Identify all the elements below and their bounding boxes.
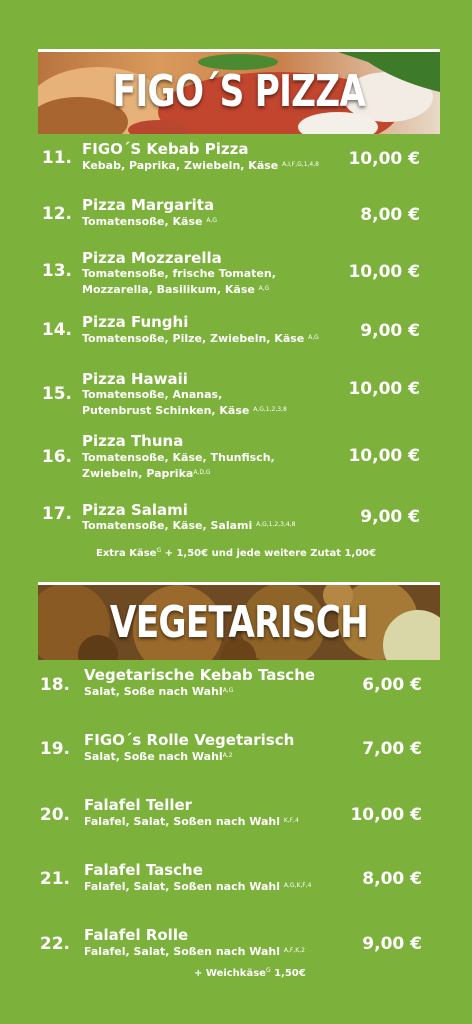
item-number: 20. bbox=[39, 805, 70, 825]
pizza-extra-note: Extra KäseG + 1,50€ und jede weitere Zut… bbox=[96, 547, 377, 559]
item-description: Falafel, Salat, Soßen nach Wahl K,F,4 bbox=[84, 815, 299, 828]
item-name: Falafel Rolle bbox=[84, 926, 189, 944]
item-description: Salat, Soße nach WahlA,2 bbox=[84, 750, 233, 763]
item-number: 15. bbox=[41, 384, 72, 404]
item-name: FIGO´S Kebab Pizza bbox=[82, 140, 249, 158]
item-price: 10,00 € bbox=[348, 379, 420, 399]
item-name: Pizza Thuna bbox=[82, 432, 184, 450]
pizza-section-title: FIGO´S PIZZA bbox=[112, 66, 366, 117]
item-name: Falafel Tasche bbox=[84, 861, 203, 879]
item-description: Tomatensoße, Käse A,G bbox=[82, 215, 217, 228]
item-description: Tomatensoße, Käse, Thunfisch, Zwiebeln, P… bbox=[82, 451, 275, 480]
item-name: Pizza Margarita bbox=[82, 196, 215, 214]
item-number: 19. bbox=[39, 739, 70, 759]
item-number: 22. bbox=[39, 934, 70, 954]
item-name: Pizza Salami bbox=[82, 501, 188, 519]
item-number: 17. bbox=[41, 504, 72, 524]
item-number: 16. bbox=[41, 447, 72, 467]
item-description: Kebab, Paprika, Zwiebeln, Käse A,I,F,G,1… bbox=[82, 159, 319, 172]
item-price: 6,00 € bbox=[362, 675, 422, 695]
item-price: 8,00 € bbox=[360, 205, 420, 225]
item-name: Pizza Hawaii bbox=[82, 370, 188, 388]
item-description: Tomatensoße, frische Tomaten, Mozzarella,… bbox=[82, 267, 276, 296]
item-price: 9,00 € bbox=[360, 507, 420, 527]
item-name: Falafel Teller bbox=[84, 796, 193, 814]
pizza-banner: FIGO´S PIZZA bbox=[38, 49, 440, 134]
item-price: 10,00 € bbox=[348, 262, 420, 282]
item-description: Salat, Soße nach WahlA,G bbox=[84, 685, 234, 698]
item-name: Pizza Mozzarella bbox=[82, 249, 222, 267]
item-description: Falafel, Salat, Soßen nach Wahl A,F,K,2 bbox=[84, 945, 305, 958]
item-price: 9,00 € bbox=[360, 321, 420, 341]
veg-extra-note: + WeichkäseG 1,50€ bbox=[194, 967, 306, 979]
vegetarisch-section-title: VEGETARISCH bbox=[109, 597, 369, 648]
item-price: 10,00 € bbox=[348, 446, 420, 466]
item-description: Falafel, Salat, Soßen nach Wahl A,G,K,F,… bbox=[84, 880, 312, 893]
item-number: 14. bbox=[41, 320, 72, 340]
item-number: 12. bbox=[41, 204, 72, 224]
vegetarisch-banner: VEGETARISCH bbox=[38, 582, 440, 660]
item-description: Tomatensoße, Käse, Salami A,G,1,2,3,4,8 bbox=[82, 519, 296, 532]
item-price: 10,00 € bbox=[348, 149, 420, 169]
item-name: FIGO´s Rolle Vegetarisch bbox=[84, 731, 295, 749]
item-name: Vegetarische Kebab Tasche bbox=[84, 666, 316, 684]
item-number: 11. bbox=[41, 148, 72, 168]
item-number: 18. bbox=[39, 675, 70, 695]
item-number: 21. bbox=[39, 869, 70, 889]
item-price: 7,00 € bbox=[362, 739, 422, 759]
item-description: Tomatensoße, Pilze, Zwiebeln, Käse A,G bbox=[82, 332, 319, 345]
item-name: Pizza Funghi bbox=[82, 313, 189, 331]
item-number: 13. bbox=[41, 261, 72, 281]
item-price: 9,00 € bbox=[362, 934, 422, 954]
item-price: 10,00 € bbox=[350, 805, 422, 825]
item-description: Tomatensoße, Ananas, Putenbrust Schinken,… bbox=[82, 388, 287, 417]
item-price: 8,00 € bbox=[362, 869, 422, 889]
